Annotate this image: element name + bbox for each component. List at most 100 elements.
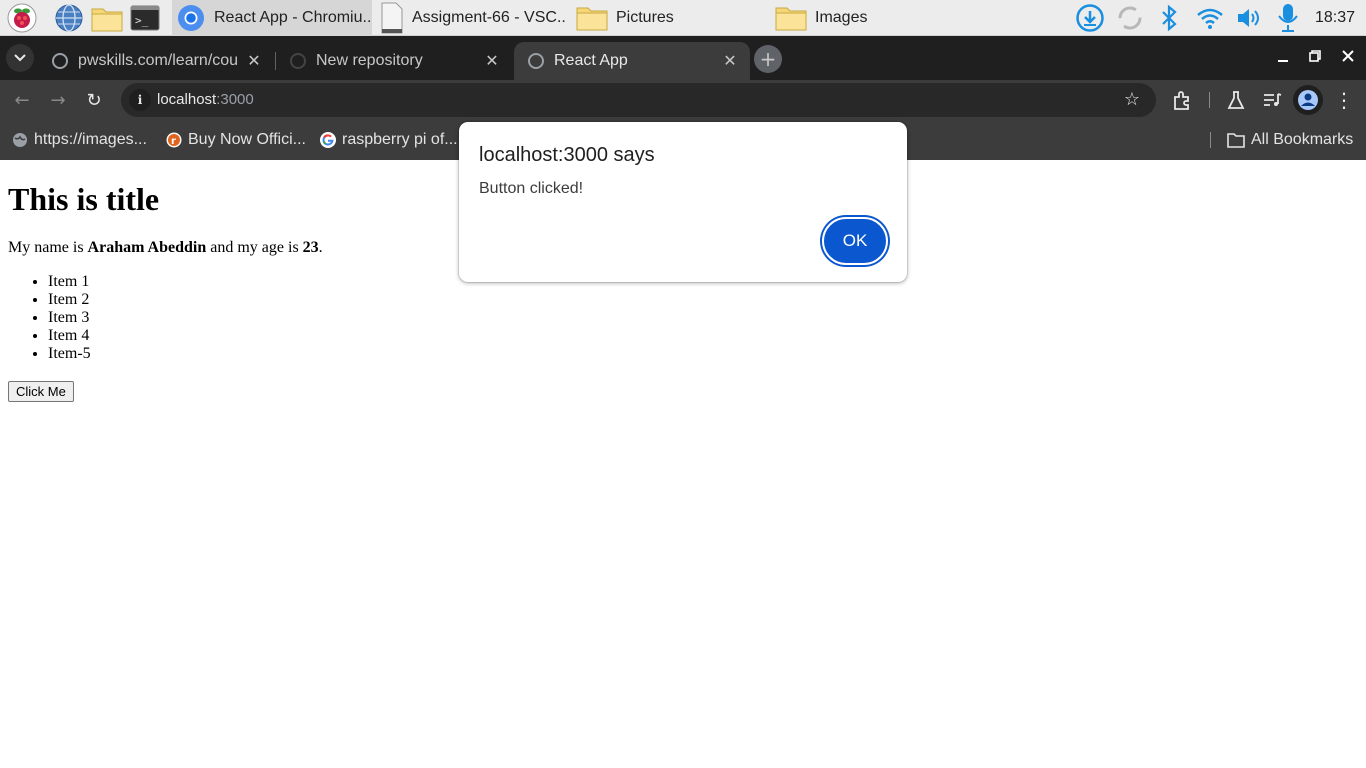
arrow-left-icon: ← bbox=[14, 89, 30, 111]
forward-button[interactable]: → bbox=[44, 86, 72, 114]
taskbar-task-label: Assigment-66 - VSC.. bbox=[412, 9, 566, 26]
taskbar-task-vscode[interactable]: Assigment-66 - VSC.. bbox=[376, 0, 566, 36]
intro-prefix: My name is bbox=[8, 239, 88, 256]
alert-dialog: localhost:3000 says Button clicked! OK bbox=[459, 122, 907, 282]
close-icon bbox=[1342, 50, 1354, 62]
download-icon[interactable] bbox=[1073, 0, 1107, 36]
browser-tabstrip: pwskills.com/learn/cou ✕ New repository … bbox=[0, 36, 1366, 80]
os-taskbar: >_ React App - Chromiu.. Assigment-66 - … bbox=[0, 0, 1366, 36]
bookmark-label: https://images... bbox=[34, 131, 147, 148]
tab-new-repository[interactable]: New repository ✕ bbox=[276, 42, 512, 80]
taskbar-task-chromium[interactable]: React App - Chromiu.. bbox=[172, 0, 372, 36]
system-clock[interactable]: 18:37 bbox=[1315, 0, 1355, 36]
restore-icon bbox=[1309, 50, 1321, 62]
dialog-ok-button[interactable]: OK bbox=[822, 217, 888, 265]
items-list: Item 1 Item 2 Item 3 Item 4 Item-5 bbox=[48, 273, 91, 363]
folder-icon bbox=[576, 7, 608, 31]
all-bookmarks-label: All Bookmarks bbox=[1251, 131, 1354, 148]
reload-button[interactable]: ↻ bbox=[80, 86, 108, 114]
taskbar-task-pictures[interactable]: Pictures bbox=[572, 0, 762, 36]
page-title: This is title bbox=[8, 181, 160, 217]
wifi-icon[interactable] bbox=[1193, 0, 1227, 36]
more-menu-icon[interactable]: ⋮ bbox=[1334, 89, 1354, 111]
globe-icon bbox=[528, 53, 544, 69]
bookmarks-separator bbox=[1210, 132, 1211, 148]
intro-suffix: . bbox=[318, 239, 323, 256]
tab-react-app[interactable]: React App ✕ bbox=[514, 42, 750, 80]
taskbar-task-label: Pictures bbox=[616, 9, 674, 26]
microphone-icon[interactable] bbox=[1271, 0, 1305, 36]
list-item: Item 3 bbox=[48, 309, 91, 327]
tab-title: pwskills.com/learn/cou bbox=[78, 52, 239, 69]
age-value: 23 bbox=[302, 239, 319, 256]
svg-text:r: r bbox=[171, 136, 176, 147]
close-window-button[interactable] bbox=[1337, 45, 1359, 67]
folder-icon bbox=[775, 7, 807, 31]
account-icon bbox=[1298, 90, 1318, 110]
close-tab-icon[interactable]: ✕ bbox=[720, 51, 740, 71]
close-tab-icon[interactable]: ✕ bbox=[244, 51, 264, 71]
site-info-icon[interactable]: i bbox=[129, 89, 151, 111]
back-button[interactable]: ← bbox=[8, 86, 36, 114]
tab-title: React App bbox=[554, 52, 628, 69]
restore-button[interactable] bbox=[1304, 45, 1326, 67]
media-controls-icon[interactable] bbox=[1261, 89, 1283, 111]
taskbar-task-label: Images bbox=[815, 9, 868, 26]
arrow-right-icon: → bbox=[50, 89, 66, 111]
dialog-title: localhost:3000 says bbox=[479, 144, 655, 166]
globe-icon bbox=[13, 133, 27, 147]
chevron-down-icon bbox=[14, 54, 26, 62]
address-bar[interactable]: i localhost:3000 ☆ bbox=[121, 83, 1156, 117]
intro-paragraph: My name is Araham Abeddin and my age is … bbox=[8, 239, 323, 257]
list-item: Item 4 bbox=[48, 327, 91, 345]
github-icon bbox=[290, 53, 306, 69]
google-icon bbox=[320, 132, 336, 148]
raspberry-menu-icon[interactable] bbox=[5, 2, 39, 34]
taskbar-task-label: React App - Chromiu.. bbox=[214, 9, 372, 26]
minimize-button[interactable] bbox=[1272, 46, 1294, 68]
file-manager-launcher-icon[interactable] bbox=[90, 2, 124, 34]
toolbar-separator bbox=[1209, 92, 1210, 108]
bookmark-item[interactable]: raspberry pi of... bbox=[320, 120, 458, 160]
shop-icon: r bbox=[166, 132, 182, 148]
browser-toolbar: ← → ↻ i localhost:3000 ☆ ⋮ bbox=[0, 80, 1366, 120]
sync-icon[interactable] bbox=[1113, 0, 1147, 36]
minimize-icon bbox=[1278, 60, 1288, 62]
address-url[interactable]: localhost:3000 bbox=[157, 83, 254, 117]
chromium-icon bbox=[178, 5, 204, 31]
list-item: Item-5 bbox=[48, 345, 91, 363]
list-item: Item 2 bbox=[48, 291, 91, 309]
dialog-message: Button clicked! bbox=[479, 180, 584, 197]
terminal-launcher-icon[interactable]: >_ bbox=[128, 2, 162, 34]
bookmark-item[interactable]: r Buy Now Offici... bbox=[166, 120, 306, 160]
new-tab-button[interactable]: + bbox=[754, 45, 782, 73]
bookmark-star-icon[interactable]: ☆ bbox=[1122, 90, 1142, 110]
intro-middle: and my age is bbox=[206, 239, 303, 256]
plus-icon: + bbox=[759, 47, 777, 71]
tab-pwskills[interactable]: pwskills.com/learn/cou ✕ bbox=[38, 42, 274, 80]
list-item: Item 1 bbox=[48, 273, 91, 291]
close-tab-icon[interactable]: ✕ bbox=[482, 51, 502, 71]
bookmark-item[interactable]: https://images... bbox=[12, 120, 147, 160]
document-icon bbox=[381, 2, 403, 34]
tab-title: New repository bbox=[316, 52, 423, 69]
svg-text:>_: >_ bbox=[135, 14, 149, 27]
extensions-icon[interactable] bbox=[1171, 89, 1193, 111]
globe-icon bbox=[52, 53, 68, 69]
bookmark-label: raspberry pi of... bbox=[342, 131, 458, 148]
url-port: :3000 bbox=[216, 91, 254, 108]
labs-flask-icon[interactable] bbox=[1225, 89, 1247, 111]
tab-search-button[interactable] bbox=[6, 44, 34, 72]
bluetooth-icon[interactable] bbox=[1152, 0, 1186, 36]
volume-icon[interactable] bbox=[1233, 0, 1267, 36]
click-me-button[interactable]: Click Me bbox=[8, 381, 74, 402]
url-host: localhost bbox=[157, 91, 217, 108]
all-bookmarks-button[interactable]: All Bookmarks bbox=[1227, 120, 1353, 160]
taskbar-task-images[interactable]: Images bbox=[771, 0, 961, 36]
bookmark-label: Buy Now Offici... bbox=[188, 131, 306, 148]
name-value: Araham Abeddin bbox=[87, 239, 207, 256]
web-browser-launcher-icon[interactable] bbox=[52, 2, 86, 34]
folder-outline-icon bbox=[1227, 133, 1245, 148]
reload-icon: ↻ bbox=[86, 89, 102, 111]
profile-avatar[interactable] bbox=[1293, 85, 1323, 115]
